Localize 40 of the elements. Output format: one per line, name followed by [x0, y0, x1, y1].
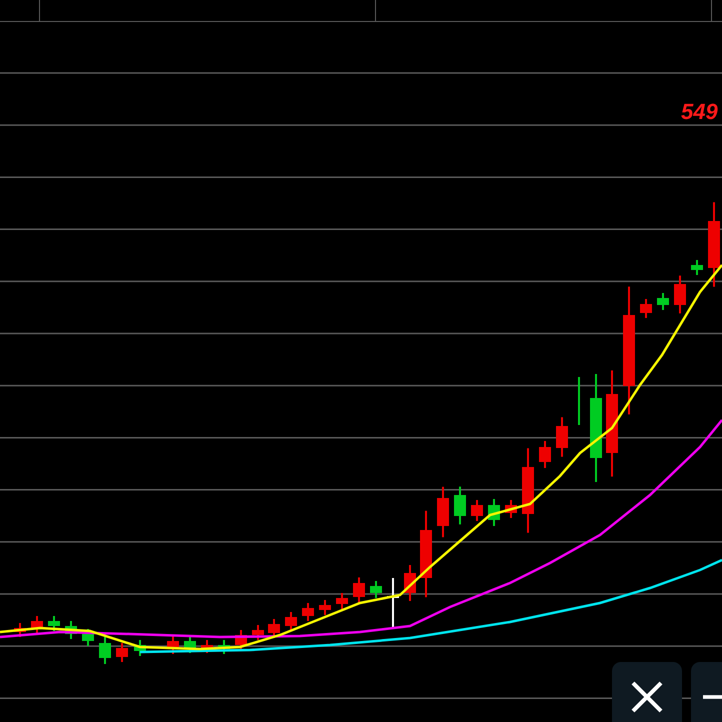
candlestick [134, 640, 146, 656]
candlestick [48, 616, 60, 631]
candlestick [336, 593, 348, 609]
candlestick [99, 637, 111, 664]
candlestick [404, 565, 416, 601]
candlestick [674, 276, 686, 314]
candlestick [201, 640, 213, 653]
candlestick [82, 629, 94, 646]
minus-button[interactable] [691, 662, 722, 722]
candlestick [454, 486, 466, 524]
candlestick [235, 630, 247, 650]
candlestick [505, 500, 517, 518]
candlestick [578, 377, 580, 425]
candlestick [285, 612, 297, 631]
candlestick [471, 500, 483, 521]
candlestick [319, 600, 331, 615]
candlestick [657, 293, 669, 310]
minus-icon [703, 694, 722, 700]
candlestick [268, 619, 280, 638]
candlestick [437, 486, 449, 538]
candlestick [539, 441, 551, 468]
close-button[interactable] [612, 662, 682, 722]
candlestick [640, 299, 652, 318]
candlestick [65, 621, 77, 639]
candlestick [252, 625, 264, 640]
candlestick [14, 623, 26, 637]
candlestick [218, 640, 230, 654]
candlestick [116, 643, 128, 662]
candlestick [31, 616, 43, 633]
candlestick [184, 636, 196, 653]
candlestick [353, 577, 365, 603]
candlestick [302, 603, 314, 621]
price-label: 549 [681, 99, 718, 125]
candlestick [488, 499, 500, 526]
candlestick [387, 578, 399, 628]
candlestick [370, 581, 382, 598]
candlestick [691, 260, 703, 275]
candlestick [167, 636, 179, 654]
candlestick [556, 417, 568, 457]
close-icon [630, 680, 664, 714]
